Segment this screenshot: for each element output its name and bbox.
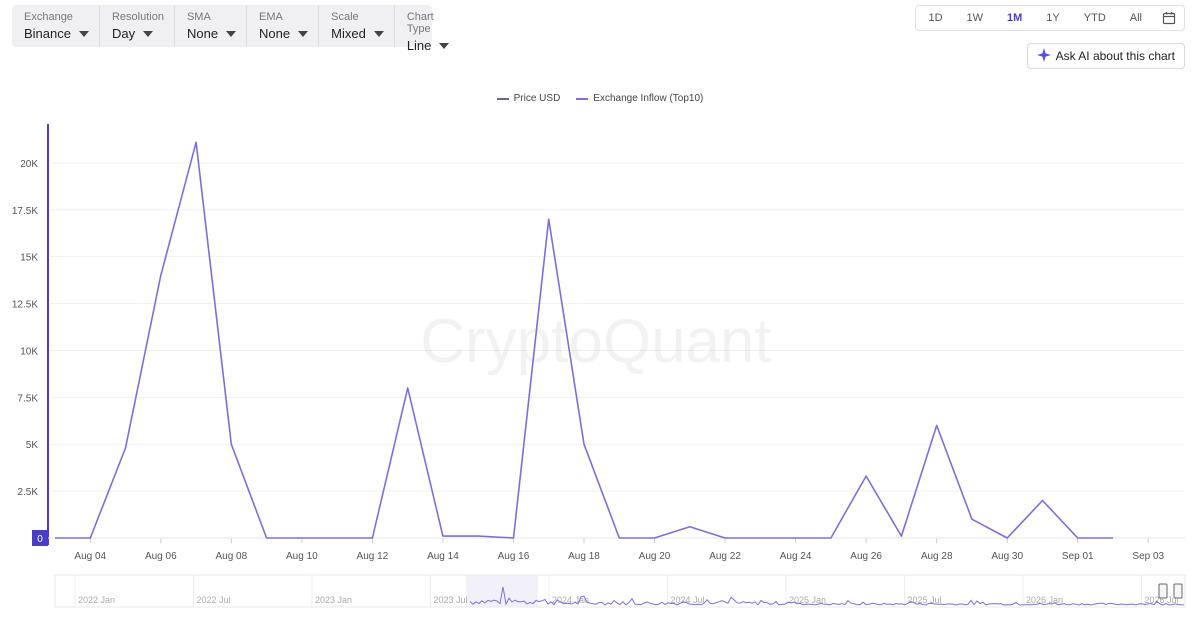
legend-label-price: Price USD (513, 93, 561, 104)
range-1d-button[interactable]: 1D (916, 6, 954, 30)
exchange-label: Exchange (24, 11, 73, 23)
navigator-frame (54, 574, 1186, 608)
x-tick-label: Aug 16 (498, 551, 530, 562)
range-all-button[interactable]: All (1118, 6, 1154, 30)
chevron-down-icon (226, 30, 237, 37)
x-tick-label: Aug 18 (568, 551, 600, 562)
x-tick-label: Aug 30 (991, 551, 1023, 562)
x-tick-label: Aug 22 (709, 551, 741, 562)
chevron-down-icon (439, 42, 450, 49)
resolution-value: Day (111, 26, 136, 41)
navigator-label: 2025 Jan (789, 595, 826, 605)
resolution-select[interactable]: Resolution Day (100, 5, 175, 47)
sma-label: SMA (186, 11, 211, 23)
chart-type-value: Line (406, 38, 432, 53)
x-tick-label: Aug 24 (780, 551, 812, 562)
navigator-label: 2022 Jan (78, 595, 115, 605)
x-tick-label: Aug 04 (74, 551, 106, 562)
x-tick-label: Aug 12 (357, 551, 389, 562)
navigator-selection (466, 575, 538, 607)
x-tick-label: Aug 28 (921, 551, 953, 562)
scale-select[interactable]: Scale Mixed (319, 5, 395, 47)
series-line-inflow (55, 141, 1113, 539)
navigator-label: 2024 Jan (552, 595, 589, 605)
legend-item-price[interactable]: Price USD (496, 93, 561, 104)
navigator-series-line (469, 586, 1185, 606)
x-tick-label: Sep 01 (1062, 551, 1094, 562)
x-tick-label: Aug 26 (850, 551, 882, 562)
legend-label-inflow: Exchange Inflow (Top10) (593, 93, 704, 104)
y-tick-label: 5K (26, 440, 39, 451)
ema-label: EMA (259, 11, 283, 23)
grid-lines (50, 162, 1185, 492)
chevron-down-icon (373, 30, 384, 37)
scale-value: Mixed (331, 26, 366, 41)
x-tick-label: Aug 08 (215, 551, 247, 562)
navigator-label: 2023 Jan (315, 595, 352, 605)
navigator-handle-right[interactable] (1173, 583, 1183, 599)
ask-ai-label: Ask AI about this chart (1055, 49, 1175, 63)
navigator-label: 2026 Jan (1026, 595, 1063, 605)
range-1m-button[interactable]: 1M (995, 6, 1034, 30)
x-tick-label: Aug 14 (427, 551, 459, 562)
navigator-handle-left[interactable] (1158, 583, 1168, 599)
x-tick-label: Aug 20 (639, 551, 671, 562)
legend-swatch-inflow (576, 97, 589, 100)
watermark: CryptoQuant (420, 307, 772, 376)
chart-type-label: Chart Type (406, 11, 434, 35)
y-axis-ticks: 0 2.5K 5K 7.5K 10K 12.5K 15K 17.5K 20K (12, 159, 48, 546)
chevron-down-icon (298, 30, 309, 37)
chart-legend: Price USD Exchange Inflow (Top10) (0, 93, 1200, 104)
navigator-label: 2022 Jul (197, 595, 231, 605)
chart-type-select[interactable]: Chart Type Line (395, 5, 460, 53)
legend-item-inflow[interactable]: Exchange Inflow (Top10) (576, 93, 703, 104)
navigator: 2022 Jan 2022 Jul 2023 Jan 2023 Jul 2024 Jan… (54, 574, 1186, 608)
sma-value: None (186, 26, 219, 41)
range-selector: 1D 1W 1M 1Y YTD All (915, 5, 1185, 31)
y-tick-label: 20K (20, 159, 38, 170)
x-axis-ticks: Aug 04 Aug 06 Aug 08 Aug 10 Aug 12 Aug 14 Aug … (74, 538, 1165, 562)
ema-select[interactable]: EMA None (247, 5, 320, 47)
sma-select[interactable]: SMA None (175, 5, 248, 47)
series-layer (55, 141, 1113, 539)
chart-settings-toolbar: Exchange Binance Resolution Day SMA None… (12, 5, 450, 53)
y-tick-label: 0 (37, 534, 43, 545)
ema-value: None (259, 26, 291, 41)
chevron-down-icon (78, 30, 89, 37)
calendar-icon[interactable] (1154, 6, 1184, 30)
y-tick-zero-badge (32, 530, 48, 546)
range-1y-button[interactable]: 1Y (1034, 6, 1071, 30)
range-ytd-button[interactable]: YTD (1072, 6, 1118, 30)
sparkle-icon (1036, 47, 1051, 65)
y-tick-label: 10K (20, 346, 38, 357)
x-tick-label: Aug 06 (145, 551, 177, 562)
chevron-down-icon (143, 30, 154, 37)
resolution-label: Resolution (111, 11, 164, 23)
scale-label: Scale (331, 11, 359, 23)
y-tick-label: 15K (20, 253, 38, 264)
y-tick-label: 17.5K (12, 206, 38, 217)
legend-swatch-price (496, 97, 509, 100)
navigator-label: 2025 Jul (908, 595, 942, 605)
y-tick-label: 12.5K (12, 300, 38, 311)
x-tick-label: Aug 10 (286, 551, 318, 562)
exchange-value: Binance (24, 26, 71, 41)
navigator-label: 2026 Jul (1145, 595, 1179, 605)
navigator-label: 2024 Jul (671, 595, 705, 605)
x-tick-label: Sep 03 (1132, 551, 1164, 562)
range-1w-button[interactable]: 1W (955, 6, 996, 30)
navigator-label: 2023 Jul (434, 595, 468, 605)
y-tick-label: 2.5K (17, 487, 38, 498)
ask-ai-button[interactable]: Ask AI about this chart (1026, 43, 1185, 69)
exchange-select[interactable]: Exchange Binance (12, 5, 100, 47)
y-tick-label: 7.5K (17, 393, 38, 404)
